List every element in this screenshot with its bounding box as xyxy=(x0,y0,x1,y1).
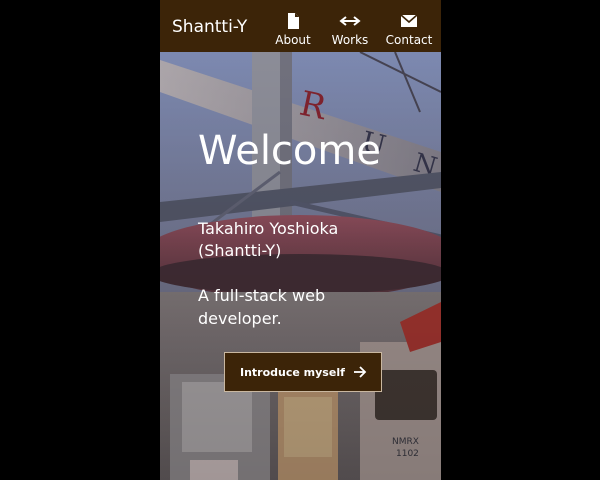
top-navigation-bar: Shantti-Y About Works Contact xyxy=(160,0,441,52)
code-arrows-icon xyxy=(338,13,362,29)
nav-works[interactable]: Works xyxy=(329,0,371,52)
nav-contact-label: Contact xyxy=(385,33,433,47)
hero-name-text: Takahiro Yoshioka (Shantti-Y) xyxy=(198,219,339,260)
document-icon xyxy=(281,13,305,29)
hero-background-photo: R U N NMRX 1102 xyxy=(160,52,441,480)
hero-tagline-text: A full-stack web developer. xyxy=(198,286,326,328)
hero-photo-illustration: R U N NMRX 1102 xyxy=(160,52,441,480)
introduce-myself-button[interactable]: Introduce myself xyxy=(224,352,382,392)
mobile-viewport: R U N NMRX 1102 xyxy=(160,0,441,480)
envelope-icon xyxy=(397,13,421,29)
introduce-myself-label: Introduce myself xyxy=(240,366,345,379)
nav-contact[interactable]: Contact xyxy=(383,0,435,52)
nav-works-label: Works xyxy=(331,33,369,47)
nav-about-label: About xyxy=(275,33,311,47)
nav-about[interactable]: About xyxy=(273,0,313,52)
arrow-right-icon xyxy=(353,365,367,379)
hero-welcome-heading: Welcome xyxy=(198,128,381,174)
brand-logo-text[interactable]: Shantti-Y xyxy=(172,16,247,38)
